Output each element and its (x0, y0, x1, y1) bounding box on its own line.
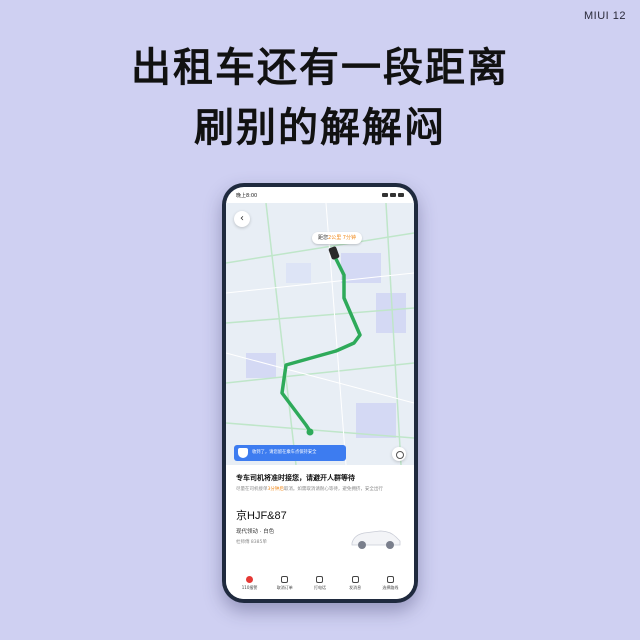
card-subtitle-suffix: 取消。如需取消请耐心等待，避免拥挤，安全出行 (283, 487, 383, 492)
license-plate: 京HJF&87 (236, 510, 287, 523)
route-icon (386, 576, 394, 583)
action-emergency-button[interactable]: 110报警 (237, 576, 263, 591)
eta-pill: 距您2公里 7分钟 (312, 232, 362, 244)
brand-logo: MIUI 12 (583, 10, 626, 22)
action-message-button[interactable]: 发消息 (342, 576, 368, 591)
eta-prefix: 距您 (318, 235, 329, 241)
action-cancel-button[interactable]: 取消订单 (272, 576, 298, 591)
message-icon (351, 576, 359, 583)
card-title: 专车司机将准时接您，请避开人群等待 (236, 474, 355, 482)
card-subtitle-highlight: 3分钟后 (267, 487, 284, 492)
action-route-button[interactable]: 选择路线 (377, 576, 403, 591)
back-button[interactable]: ‹ (234, 211, 250, 227)
locate-button[interactable] (392, 447, 406, 461)
wifi-icon (390, 193, 396, 197)
action-label: 取消订单 (276, 585, 293, 590)
card-subtitle-prefix: 尽量在司机接单 (236, 487, 268, 492)
action-label: 选择路线 (382, 585, 399, 590)
eta-value: 2公里 7分钟 (328, 235, 356, 241)
status-icons (382, 193, 404, 197)
cancel-icon (281, 576, 289, 583)
action-label: 打电话 (313, 585, 326, 590)
battery-icon (398, 193, 404, 197)
card-subtitle: 尽量在司机接单3分钟后取消。如需取消请耐心等待，避免拥挤，安全出行 (236, 486, 401, 493)
action-label: 110报警 (241, 585, 258, 590)
alarm-icon (246, 576, 254, 583)
action-call-button[interactable]: 打电话 (307, 576, 333, 591)
trip-card: 专车司机将准时接您，请避开人群等待 尽量在司机接单3分钟后取消。如需取消请耐心等… (226, 467, 414, 599)
action-bar: 110报警 取消订单 打电话 发消息 选择路线 (226, 576, 414, 591)
phone-frame: 晚上8:00 ‹ 距您2公里 7分钟 收到了，请您留在乘车点保持安全 专车司机将… (222, 183, 418, 603)
phone-icon (316, 576, 324, 583)
pickup-pin-icon (306, 428, 314, 436)
safety-banner[interactable]: 收到了，请您留在乘车点保持安全 (234, 445, 346, 461)
status-time: 晚上8:00 (236, 192, 258, 199)
action-label: 发消息 (349, 585, 362, 590)
headline-line-2: 刷别的解解闷 (194, 105, 446, 151)
safety-banner-text: 收到了，请您留在乘车点保持安全 (252, 450, 317, 455)
shield-icon (238, 448, 248, 458)
phone-screen: 晚上8:00 ‹ 距您2公里 7分钟 收到了，请您留在乘车点保持安全 专车司机将… (226, 187, 414, 599)
status-bar: 晚上8:00 (226, 187, 414, 203)
headline-line-1: 出租车还有一段距离 (131, 45, 509, 91)
map-block (356, 403, 396, 438)
signal-icon (382, 193, 388, 197)
car-image (351, 530, 401, 549)
map-block (286, 263, 311, 283)
